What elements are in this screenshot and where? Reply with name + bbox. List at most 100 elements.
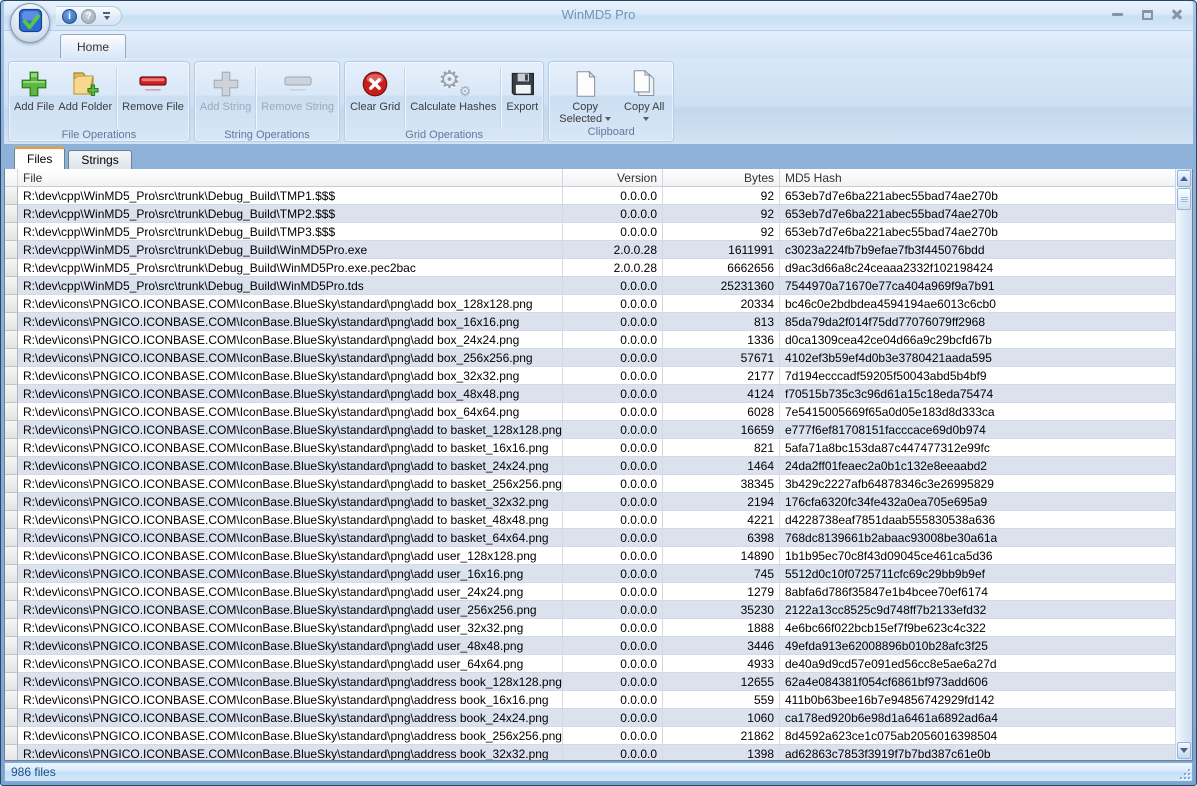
table-row[interactable]: R:\dev\cpp\WinMD5_Pro\src\trunk\Debug_Bu…	[5, 187, 1175, 205]
row-header-cell	[5, 331, 18, 349]
table-row[interactable]: R:\dev\icons\PNGICO.ICONBASE.COM\IconBas…	[5, 583, 1175, 601]
file-cell: R:\dev\cpp\WinMD5_Pro\src\trunk\Debug_Bu…	[18, 259, 563, 277]
table-row[interactable]: R:\dev\icons\PNGICO.ICONBASE.COM\IconBas…	[5, 457, 1175, 475]
table-row[interactable]: R:\dev\icons\PNGICO.ICONBASE.COM\IconBas…	[5, 295, 1175, 313]
row-header-cell	[5, 745, 18, 760]
column-header-md5[interactable]: MD5 Hash	[780, 169, 1175, 186]
row-header-cell	[5, 223, 18, 241]
table-row[interactable]: R:\dev\icons\PNGICO.ICONBASE.COM\IconBas…	[5, 421, 1175, 439]
row-header-cell	[5, 403, 18, 421]
remove-file-button[interactable]: Remove File	[120, 64, 186, 126]
resize-grip[interactable]	[1180, 769, 1190, 779]
table-row[interactable]: R:\dev\icons\PNGICO.ICONBASE.COM\IconBas…	[5, 601, 1175, 619]
table-row[interactable]: R:\dev\icons\PNGICO.ICONBASE.COM\IconBas…	[5, 565, 1175, 583]
table-row[interactable]: R:\dev\icons\PNGICO.ICONBASE.COM\IconBas…	[5, 673, 1175, 691]
table-row[interactable]: R:\dev\icons\PNGICO.ICONBASE.COM\IconBas…	[5, 511, 1175, 529]
column-header-version[interactable]: Version	[563, 169, 663, 186]
export-button[interactable]: Export	[504, 64, 540, 126]
table-row[interactable]: R:\dev\icons\PNGICO.ICONBASE.COM\IconBas…	[5, 709, 1175, 727]
green-plus-icon	[19, 67, 49, 101]
vertical-scrollbar[interactable]	[1175, 169, 1192, 760]
version-cell: 0.0.0.0	[563, 439, 663, 457]
bytes-cell: 92	[663, 205, 780, 223]
file-cell: R:\dev\icons\PNGICO.ICONBASE.COM\IconBas…	[18, 583, 563, 601]
add-folder-button[interactable]: Add Folder	[56, 64, 114, 126]
file-cell: R:\dev\icons\PNGICO.ICONBASE.COM\IconBas…	[18, 745, 563, 760]
version-cell: 0.0.0.0	[563, 745, 663, 760]
table-row[interactable]: R:\dev\cpp\WinMD5_Pro\src\trunk\Debug_Bu…	[5, 259, 1175, 277]
table-row[interactable]: R:\dev\icons\PNGICO.ICONBASE.COM\IconBas…	[5, 529, 1175, 547]
version-cell: 0.0.0.0	[563, 313, 663, 331]
bytes-cell: 559	[663, 691, 780, 709]
scroll-down-button[interactable]	[1177, 742, 1191, 759]
row-header-cell	[5, 691, 18, 709]
table-row[interactable]: R:\dev\icons\PNGICO.ICONBASE.COM\IconBas…	[5, 655, 1175, 673]
row-header-cell	[5, 673, 18, 691]
bytes-cell: 6398	[663, 529, 780, 547]
row-header-corner	[5, 169, 18, 186]
table-row[interactable]: R:\dev\cpp\WinMD5_Pro\src\trunk\Debug_Bu…	[5, 277, 1175, 295]
scrollbar-thumb[interactable]	[1177, 188, 1191, 210]
file-cell: R:\dev\cpp\WinMD5_Pro\src\trunk\Debug_Bu…	[18, 187, 563, 205]
table-row[interactable]: R:\dev\icons\PNGICO.ICONBASE.COM\IconBas…	[5, 403, 1175, 421]
table-row[interactable]: R:\dev\icons\PNGICO.ICONBASE.COM\IconBas…	[5, 727, 1175, 745]
table-row[interactable]: R:\dev\icons\PNGICO.ICONBASE.COM\IconBas…	[5, 439, 1175, 457]
version-cell: 0.0.0.0	[563, 493, 663, 511]
clear-grid-button[interactable]: Clear Grid	[348, 64, 402, 126]
row-header-cell	[5, 277, 18, 295]
calculate-hashes-button[interactable]: ⚙ ⚙ Calculate Hashes	[408, 64, 498, 126]
hash-cell: 8d4592a623ce1c075ab2056016398504	[780, 727, 1175, 745]
table-row[interactable]: R:\dev\icons\PNGICO.ICONBASE.COM\IconBas…	[5, 475, 1175, 493]
table-row[interactable]: R:\dev\icons\PNGICO.ICONBASE.COM\IconBas…	[5, 745, 1175, 760]
table-row[interactable]: R:\dev\icons\PNGICO.ICONBASE.COM\IconBas…	[5, 637, 1175, 655]
tab-home[interactable]: Home	[60, 34, 127, 58]
column-header-file[interactable]: File	[18, 169, 563, 186]
bytes-cell: 745	[663, 565, 780, 583]
version-cell: 0.0.0.0	[563, 277, 663, 295]
bytes-cell: 1279	[663, 583, 780, 601]
table-row[interactable]: R:\dev\icons\PNGICO.ICONBASE.COM\IconBas…	[5, 349, 1175, 367]
tab-files[interactable]: Files	[14, 147, 66, 169]
copy-selected-button[interactable]: Copy Selected	[552, 64, 618, 126]
hash-cell: 768dc8139661b2abaac93008be30a61a	[780, 529, 1175, 547]
add-string-button[interactable]: Add String	[198, 64, 253, 126]
table-row[interactable]: R:\dev\icons\PNGICO.ICONBASE.COM\IconBas…	[5, 313, 1175, 331]
hash-cell: 85da79da2f014f75dd77076079ff2968	[780, 313, 1175, 331]
hash-cell: 2122a13cc8525c9d748ff7b2133efd32	[780, 601, 1175, 619]
table-row[interactable]: R:\dev\icons\PNGICO.ICONBASE.COM\IconBas…	[5, 331, 1175, 349]
version-cell: 0.0.0.0	[563, 349, 663, 367]
table-row[interactable]: R:\dev\icons\PNGICO.ICONBASE.COM\IconBas…	[5, 367, 1175, 385]
title-bar[interactable]: i ? WinMD5 Pro	[4, 1, 1193, 43]
maximize-button[interactable]	[1139, 8, 1155, 21]
table-row[interactable]: R:\dev\cpp\WinMD5_Pro\src\trunk\Debug_Bu…	[5, 205, 1175, 223]
table-row[interactable]: R:\dev\icons\PNGICO.ICONBASE.COM\IconBas…	[5, 691, 1175, 709]
bytes-cell: 2194	[663, 493, 780, 511]
window-controls	[1109, 8, 1185, 21]
separator	[404, 67, 407, 129]
file-cell: R:\dev\icons\PNGICO.ICONBASE.COM\IconBas…	[18, 619, 563, 637]
hash-cell: 7544970a71670e77ca404a969f9a7b91	[780, 277, 1175, 295]
scroll-up-button[interactable]	[1177, 170, 1191, 187]
grid-body: R:\dev\cpp\WinMD5_Pro\src\trunk\Debug_Bu…	[5, 187, 1175, 760]
hash-cell: 1b1b95ec70c8f43d09045ce461ca5d36	[780, 547, 1175, 565]
column-header-bytes[interactable]: Bytes	[663, 169, 780, 186]
table-row[interactable]: R:\dev\icons\PNGICO.ICONBASE.COM\IconBas…	[5, 385, 1175, 403]
gray-minus-icon	[281, 67, 315, 101]
copy-all-button[interactable]: Copy All	[618, 64, 670, 126]
remove-string-button[interactable]: Remove String	[259, 64, 336, 126]
table-row[interactable]: R:\dev\icons\PNGICO.ICONBASE.COM\IconBas…	[5, 547, 1175, 565]
close-button[interactable]	[1169, 8, 1185, 21]
minimize-button[interactable]	[1109, 8, 1125, 21]
table-row[interactable]: R:\dev\icons\PNGICO.ICONBASE.COM\IconBas…	[5, 619, 1175, 637]
bytes-cell: 1060	[663, 709, 780, 727]
add-file-button[interactable]: Add File	[12, 64, 56, 126]
file-cell: R:\dev\icons\PNGICO.ICONBASE.COM\IconBas…	[18, 421, 563, 439]
application-menu-button[interactable]	[10, 3, 50, 43]
table-row[interactable]: R:\dev\cpp\WinMD5_Pro\src\trunk\Debug_Bu…	[5, 223, 1175, 241]
tab-strings[interactable]: Strings	[68, 150, 132, 169]
table-row[interactable]: R:\dev\cpp\WinMD5_Pro\src\trunk\Debug_Bu…	[5, 241, 1175, 259]
bytes-cell: 4221	[663, 511, 780, 529]
hash-cell: 5afa71a8bc153da87c447477312e99fc	[780, 439, 1175, 457]
table-row[interactable]: R:\dev\icons\PNGICO.ICONBASE.COM\IconBas…	[5, 493, 1175, 511]
bytes-cell: 92	[663, 223, 780, 241]
